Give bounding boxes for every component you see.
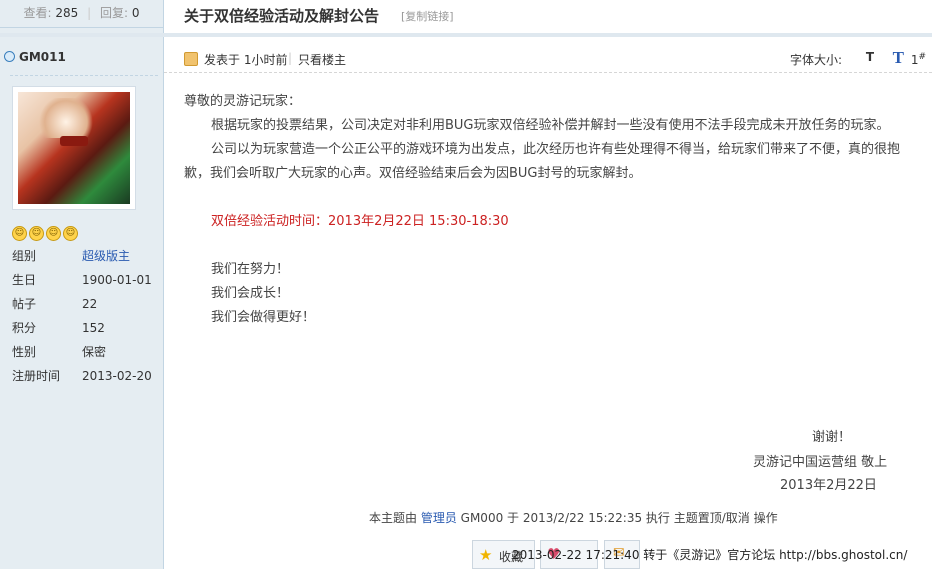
font-size-label: 字体大小:	[789, 53, 842, 67]
floor-number[interactable]: 1#	[911, 52, 926, 67]
author-divider	[10, 75, 158, 76]
closing-line-3: 我们会做得更好！	[211, 310, 316, 325]
smiley-rank-icon: ☺	[12, 226, 27, 241]
thread-title[interactable]: 关于双倍经验活动及解封公告	[184, 5, 379, 26]
online-status-icon	[4, 51, 15, 62]
smiley-rank-icon: ☺	[63, 226, 78, 241]
rank-icons: ☺ ☺ ☺ ☺	[12, 224, 80, 241]
info-row-posts: 帖子 22	[12, 297, 98, 311]
post-header-separator: |	[288, 51, 293, 65]
closing-line-2: 我们会成长！	[211, 286, 290, 301]
info-row-points: 积分 152	[12, 321, 105, 335]
star-icon: ★	[479, 546, 493, 564]
closing-lines: 我们在努力！ 我们会成长！ 我们会做得更好！	[184, 258, 924, 330]
paragraph-2: 公司以为玩家营造一个公正公平的游戏环境为出发点，此次经历也许有些处理得不得当，给…	[184, 142, 901, 181]
info-row-gender: 性别 保密	[12, 345, 107, 359]
author-name[interactable]: GM011	[0, 46, 163, 68]
views-count: 285	[55, 6, 79, 20]
info-row-birthday: 生日 1900-01-01	[12, 273, 152, 287]
closing-line-1: 我们在努力！	[211, 262, 290, 277]
event-time: 双倍经验活动时间：2013年2月22日 15:30-18:30	[211, 214, 509, 229]
thread-stats: 查看: 285 | 回复: 0	[0, 0, 163, 28]
font-big-button[interactable]: T	[893, 48, 904, 68]
post-content: 尊敬的灵游记玩家： 根据玩家的投票结果，公司决定对非利用BUG玩家双倍经验补偿并…	[184, 90, 924, 330]
info-row-register-date: 注册时间 2013-02-20	[12, 369, 152, 383]
repost-watermark: 2013-02-22 17:21:40 转于《灵游记》官方论坛 http://b…	[512, 548, 908, 562]
admin-link[interactable]: 管理员	[421, 511, 457, 525]
avatar-image	[18, 92, 130, 204]
post-author-icon	[184, 52, 198, 66]
replies-count: 0	[131, 6, 140, 20]
smiley-rank-icon: ☺	[46, 226, 61, 241]
only-author-link[interactable]: 只看楼主	[298, 51, 346, 68]
greeting: 尊敬的灵游记玩家：	[184, 94, 302, 109]
copy-link-button[interactable]: [复制链接]	[401, 8, 454, 24]
avatar[interactable]	[12, 86, 136, 210]
replies-label: 回复:	[99, 6, 129, 20]
header-divider	[0, 33, 932, 37]
font-small-button[interactable]: T	[866, 50, 874, 64]
views-label: 查看:	[23, 6, 52, 20]
thread-header: 关于双倍经验活动及解封公告 [复制链接]	[164, 0, 932, 33]
author-info: 组别 超级版主 生日 1900-01-01 帖子 22 积分 152 性别 保密 注册时间…	[12, 244, 162, 388]
smiley-rank-icon: ☺	[29, 226, 44, 241]
info-row-group: 组别 超级版主	[12, 249, 131, 263]
post-time: 发表于 1小时前	[204, 53, 288, 67]
post-header: 发表于 1小时前 | 只看楼主 字体大小: T T 1#	[164, 44, 932, 73]
paragraph-1: 根据玩家的投票结果，公司决定对非利用BUG玩家双倍经验补偿并解封一些没有使用不法…	[211, 118, 890, 133]
group-link[interactable]: 超级版主	[82, 249, 130, 263]
stats-separator: |	[87, 6, 92, 20]
